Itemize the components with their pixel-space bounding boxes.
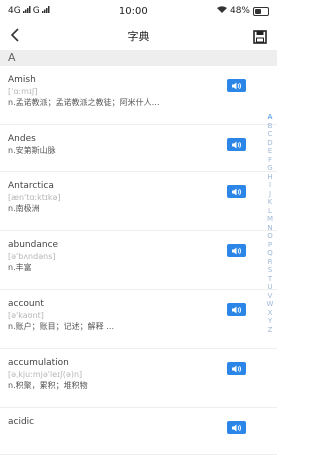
- alphabet-index[interactable]: ABCDEFGHIJKLMNOPQRSTUVWXYZ: [266, 113, 274, 334]
- index-letter-x[interactable]: X: [268, 309, 273, 318]
- signal2-icon: [41, 6, 50, 16]
- network-label: 4G: [8, 6, 21, 16]
- index-letter-f[interactable]: F: [268, 156, 272, 165]
- page-title: 字典: [127, 30, 150, 43]
- index-letter-v[interactable]: V: [268, 292, 273, 301]
- word-entry[interactable]: Amish [ˈɑːmɪʃ] n.孟诺教派；孟诺教派之教徒；阿米什人…: [0, 66, 277, 125]
- index-letter-t[interactable]: T: [268, 275, 272, 284]
- speaker-icon[interactable]: [227, 421, 246, 434]
- word-entry[interactable]: abundance [ə'bʌndəns] n.丰富: [0, 231, 277, 290]
- index-letter-z[interactable]: Z: [268, 326, 273, 335]
- index-letter-e[interactable]: E: [268, 147, 272, 156]
- section-header: A: [0, 50, 277, 66]
- word-list: Amish [ˈɑːmɪʃ] n.孟诺教派；孟诺教派之教徒；阿米什人… Andes n.…: [0, 66, 277, 455]
- index-letter-q[interactable]: Q: [267, 249, 273, 258]
- entry-phonetic: [ə'bʌndəns]: [8, 252, 56, 261]
- word-entry[interactable]: Andes n.安第斯山脉: [0, 125, 277, 172]
- clock: 10:00: [118, 5, 148, 17]
- battery-icon: [253, 6, 269, 16]
- status-right: 48%: [216, 6, 269, 16]
- status-bar: 4G G 10:00 48%: [0, 0, 277, 22]
- index-letter-s[interactable]: S: [268, 266, 272, 275]
- entry-meaning: n.积聚，累积；堆积物: [8, 381, 88, 390]
- index-letter-y[interactable]: Y: [268, 317, 272, 326]
- speaker-icon[interactable]: [227, 303, 246, 316]
- entry-word: abundance: [8, 240, 59, 250]
- index-letter-g[interactable]: G: [267, 164, 272, 173]
- entry-meaning: n.安第斯山脉: [8, 146, 56, 155]
- index-letter-p[interactable]: P: [268, 241, 272, 250]
- speaker-icon[interactable]: [227, 244, 246, 257]
- entry-meaning: n.账户；账目；记述；解释 …: [8, 322, 115, 331]
- word-entry[interactable]: Antarctica [æn'tɑːktɪkə] n.南极洲: [0, 172, 277, 231]
- speaker-icon[interactable]: [227, 79, 246, 92]
- index-letter-i[interactable]: I: [269, 181, 271, 190]
- entry-word: Andes: [8, 134, 36, 144]
- entry-phonetic: [ə'kaʊnt]: [8, 311, 44, 320]
- index-letter-r[interactable]: R: [268, 258, 273, 267]
- index-letter-w[interactable]: W: [267, 300, 274, 309]
- word-entry[interactable]: acidic: [0, 408, 277, 455]
- battery-level: [255, 8, 261, 14]
- index-letter-a[interactable]: A: [268, 113, 273, 122]
- index-letter-c[interactable]: C: [268, 130, 273, 139]
- nav-bar: 字典: [0, 22, 277, 50]
- word-entry[interactable]: accumulation [əˌkjuːmjə'leɪʃ(ə)n] n.积聚，累积；…: [0, 349, 277, 408]
- speaker-icon[interactable]: [227, 362, 246, 375]
- network2-label: G: [32, 6, 40, 16]
- back-arrow-icon[interactable]: [10, 27, 20, 46]
- entry-meaning: n.南极洲: [8, 204, 40, 213]
- index-letter-n[interactable]: N: [267, 224, 272, 233]
- index-letter-m[interactable]: M: [267, 215, 273, 224]
- entry-meaning: n.孟诺教派；孟诺教派之教徒；阿米什人…: [8, 98, 160, 107]
- word-entry[interactable]: account [ə'kaʊnt] n.账户；账目；记述；解释 …: [0, 290, 277, 349]
- index-letter-b[interactable]: B: [268, 122, 273, 131]
- index-letter-k[interactable]: K: [268, 198, 273, 207]
- battery-percent: 48%: [229, 6, 250, 16]
- index-letter-j[interactable]: J: [269, 190, 271, 199]
- entry-word: Amish: [8, 75, 36, 85]
- entry-word: account: [8, 299, 44, 309]
- entry-word: Antarctica: [8, 181, 54, 191]
- entry-phonetic: [æn'tɑːktɪkə]: [8, 193, 61, 202]
- entry-word: accumulation: [8, 358, 69, 368]
- index-letter-u[interactable]: U: [267, 283, 272, 292]
- index-letter-o[interactable]: O: [267, 232, 273, 241]
- signal-icon: [22, 6, 31, 16]
- speaker-icon[interactable]: [227, 185, 246, 198]
- network-indicators: 4G G: [8, 6, 50, 16]
- save-icon[interactable]: [253, 29, 267, 44]
- entry-meaning: n.丰富: [8, 263, 32, 272]
- index-letter-h[interactable]: H: [267, 173, 272, 182]
- wifi-icon: [216, 6, 227, 16]
- index-letter-d[interactable]: D: [267, 139, 272, 148]
- index-letter-l[interactable]: L: [268, 207, 272, 216]
- entry-phonetic: [ˈɑːmɪʃ]: [8, 87, 38, 96]
- entry-word: acidic: [8, 417, 35, 427]
- speaker-icon[interactable]: [227, 138, 246, 151]
- entry-phonetic: [əˌkjuːmjə'leɪʃ(ə)n]: [8, 370, 83, 379]
